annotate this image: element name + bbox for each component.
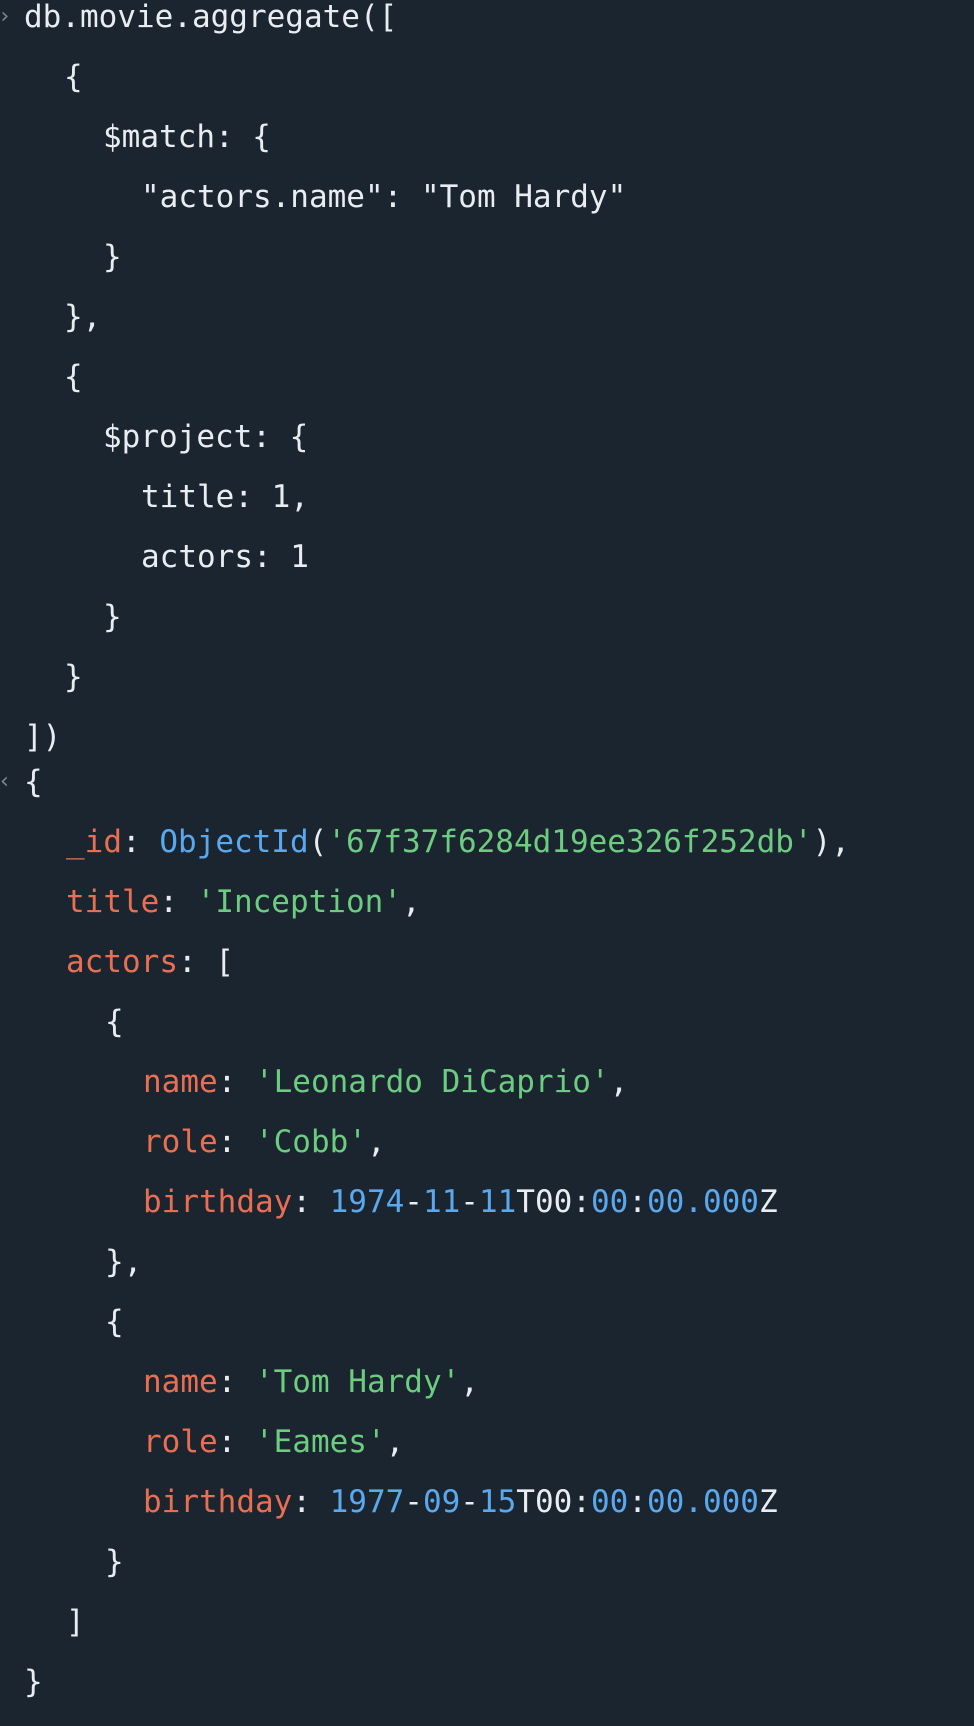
result-close-brace: } <box>24 1664 43 1700</box>
code-text: } <box>103 599 122 635</box>
code-line: db.movie.aggregate([ <box>0 0 974 60</box>
input-command[interactable]: › db.movie.aggregate([ { $match: { "acto… <box>0 0 974 780</box>
code-line: title: 1, <box>0 480 974 540</box>
code-line: actors: 1 <box>0 540 974 600</box>
birthday-minute: 00 <box>590 1484 629 1520</box>
code-line: } <box>0 240 974 300</box>
birthday-day: 15 <box>478 1484 517 1520</box>
code-line: "actors.name": "Tom Hardy" <box>0 180 974 240</box>
birthday-second: 00.000 <box>646 1184 759 1220</box>
actor-open-brace: { <box>105 1004 124 1040</box>
actors-close-bracket: ] <box>66 1604 85 1640</box>
birthday-month: 09 <box>422 1484 461 1520</box>
actor-role-line: role: 'Cobb', <box>143 1124 386 1160</box>
code-line: }, <box>0 300 974 360</box>
actor-open-brace: { <box>105 1304 124 1340</box>
actor-name: 'Tom Hardy' <box>254 1364 461 1400</box>
code-line: $match: { <box>0 120 974 180</box>
code-line: $project: { <box>0 420 974 480</box>
actor-name-line: name: 'Leonardo DiCaprio', <box>143 1064 629 1100</box>
birthday-minute: 00 <box>590 1184 629 1220</box>
output-result[interactable]: ‹ { _id: ObjectId('67f37f6284d19ee326f25… <box>0 765 974 1725</box>
code-line: } <box>0 660 974 720</box>
code-text: } <box>103 239 122 275</box>
birthday-year: 1974 <box>329 1184 405 1220</box>
id-value: '67f37f6284d19ee326f252db' <box>327 824 813 860</box>
code-text: "actors.name": "Tom Hardy" <box>141 179 627 215</box>
actor-role: 'Cobb' <box>254 1124 367 1160</box>
actor-name-line: name: 'Tom Hardy', <box>143 1364 479 1400</box>
actor-name: 'Leonardo DiCaprio' <box>254 1064 610 1100</box>
birthday-day: 11 <box>478 1184 517 1220</box>
result-id-line: _id: ObjectId('67f37f6284d19ee326f252db'… <box>66 824 850 860</box>
code-text: }, <box>64 299 102 335</box>
code-text: db.movie.aggregate([ <box>24 0 398 35</box>
birthday-hour: 00 <box>534 1184 573 1220</box>
title-value: 'Inception' <box>196 884 402 920</box>
actor-role: 'Eames' <box>254 1424 386 1460</box>
code-line: { <box>0 60 974 120</box>
chevron-right-icon: › <box>0 2 14 32</box>
result-title-line: title: 'Inception', <box>66 884 421 920</box>
birthday-month: 11 <box>422 1184 461 1220</box>
actors-key: actors <box>66 944 178 980</box>
result-open-brace: { <box>24 764 43 800</box>
actor-role-line: role: 'Eames', <box>143 1424 405 1460</box>
chevron-left-icon: ‹ <box>0 767 14 797</box>
birthday-hour: 00 <box>534 1484 573 1520</box>
actor-close-brace: } <box>105 1544 124 1580</box>
mongo-shell-console: › db.movie.aggregate([ { $match: { "acto… <box>0 0 974 1726</box>
code-line: { <box>0 360 974 420</box>
actor-birthday-line: birthday: 1974-11-11T00:00:00.000Z <box>143 1184 778 1220</box>
code-text: actors: 1 <box>141 539 309 575</box>
code-text: } <box>64 659 83 695</box>
birthday-year: 1977 <box>329 1484 405 1520</box>
title-key: title <box>66 884 160 920</box>
objectid-fn: ObjectId <box>159 824 309 860</box>
actor-birthday-line: birthday: 1977-09-15T00:00:00.000Z <box>143 1484 778 1520</box>
actor-close-brace: }, <box>105 1244 143 1280</box>
code-text: { <box>64 359 83 395</box>
code-text: { <box>64 59 83 95</box>
code-text: $match: { <box>103 119 271 155</box>
code-text: $project: { <box>103 419 309 455</box>
birthday-second: 00.000 <box>646 1484 759 1520</box>
code-line: } <box>0 600 974 660</box>
code-text: title: 1, <box>141 479 309 515</box>
result-actors-line: actors: [ <box>66 944 234 980</box>
code-text: ]) <box>24 719 62 755</box>
id-key: _id <box>66 824 122 860</box>
